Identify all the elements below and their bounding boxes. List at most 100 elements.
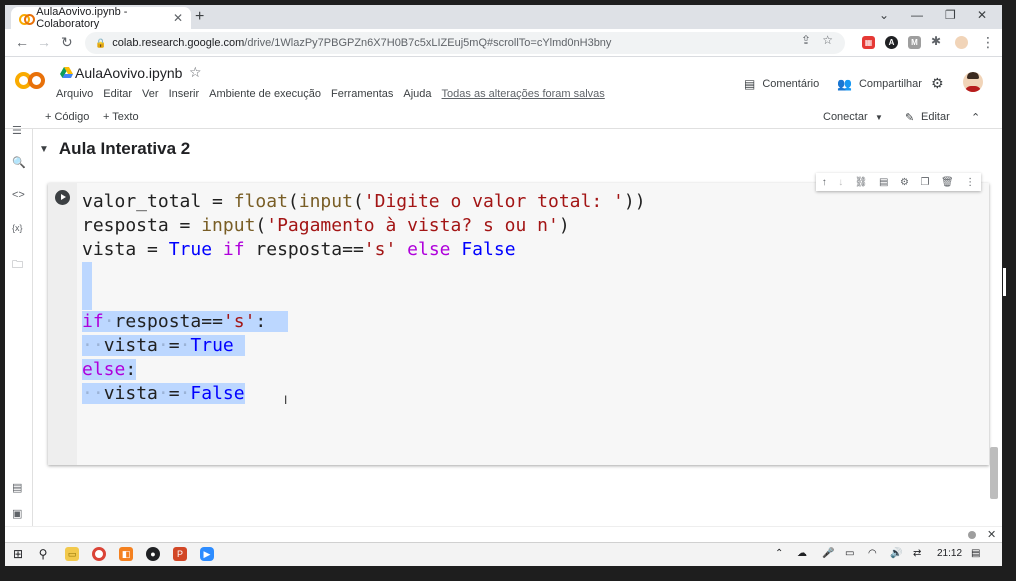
menu-ajuda[interactable]: Ajuda xyxy=(403,88,431,100)
star-notebook-icon[interactable]: ☆ xyxy=(189,64,202,81)
extension-red-icon[interactable]: ▦ xyxy=(862,36,875,49)
notifications-icon[interactable]: ▤ xyxy=(971,548,980,559)
link-icon[interactable]: ⛓ xyxy=(855,177,868,188)
lock-icon: 🔒 xyxy=(95,37,107,48)
chrome-icon[interactable] xyxy=(92,547,106,561)
run-cell-button[interactable] xyxy=(55,190,70,205)
powerpoint-icon[interactable]: P xyxy=(173,547,187,561)
bookmark-star-icon[interactable]: ☆ xyxy=(822,33,833,47)
more-options-icon[interactable]: ⋮ xyxy=(965,177,975,188)
comment-icon: ▤ xyxy=(744,77,756,91)
zoom-icon[interactable]: ▶ xyxy=(200,547,214,561)
edit-button[interactable]: Editar xyxy=(921,111,950,123)
tab-search-icon[interactable]: ⌄ xyxy=(879,8,889,22)
orange-app-icon[interactable]: ◧ xyxy=(119,547,133,561)
taskbar-search-icon[interactable]: ⚲ xyxy=(36,547,50,561)
extension-a-icon[interactable]: A xyxy=(885,36,898,49)
microphone-icon[interactable]: 🎤 xyxy=(822,548,834,559)
url-host: colab.research.google.com xyxy=(112,37,245,49)
settings-gear-icon[interactable]: ⚙ xyxy=(931,75,944,92)
tab-title: AulaAovivo.ipynb - Colaboratory xyxy=(36,6,128,30)
windows-taskbar: ⊞ ⚲ ▭ ◧ ● P ▶ ⌃ ☁ 🎤 ▭ ◠ 🔊 ⇄ 21:12 ▤ xyxy=(5,542,1002,566)
delete-cell-icon[interactable]: 🗑 xyxy=(941,177,954,188)
url-path: /drive/1WlazPy7PBGPZn6X7H0B7c5xLIZEuj5mQ… xyxy=(244,37,612,49)
forward-icon[interactable]: → xyxy=(37,34,51,50)
search-icon[interactable]: 🔍 xyxy=(12,156,26,169)
move-up-icon[interactable]: ↑ xyxy=(822,177,827,188)
code-editor[interactable]: valor_total = float(input('Digite o valo… xyxy=(82,190,646,406)
add-code-button[interactable]: + Código xyxy=(45,111,89,123)
restore-icon[interactable]: ❐ xyxy=(945,8,956,22)
connect-dropdown-icon[interactable]: ▼ xyxy=(875,113,883,122)
reload-icon[interactable]: ↻ xyxy=(61,34,73,51)
code-cell[interactable]: ↑ ↓ ⛓ ▤ ⚙ ❐ 🗑 ⋮ valor_total = float(inpu… xyxy=(48,173,989,465)
left-sidebar: ☰ 🔍 <> {x} 🗀 ▤ ▣ xyxy=(5,125,33,526)
comment-cell-icon[interactable]: ▤ xyxy=(879,177,888,188)
edit-pencil-icon[interactable]: ✎ xyxy=(905,111,914,124)
code-line-1: valor_total = float(input('Digite o valo… xyxy=(82,191,646,212)
share-button[interactable]: 👥 Compartilhar xyxy=(837,77,922,91)
status-dot-icon xyxy=(968,531,976,539)
file-explorer-icon[interactable]: ▭ xyxy=(65,547,79,561)
browser-menu-icon[interactable]: ⋮ xyxy=(981,34,995,51)
address-bar[interactable]: 🔒 colab.research.google.com /drive/1Wlaz… xyxy=(85,32,845,54)
toc-icon[interactable]: ☰ xyxy=(12,124,22,137)
comment-label: Comentário xyxy=(762,78,820,90)
mirror-cell-icon[interactable]: ❐ xyxy=(920,177,929,188)
save-status[interactable]: Todas as alterações foram salvas xyxy=(442,88,605,100)
obs-icon[interactable]: ● xyxy=(146,547,160,561)
comment-button[interactable]: ▤ Comentário xyxy=(744,77,819,91)
new-tab-button[interactable]: + xyxy=(195,8,204,26)
text-cursor-icon: I xyxy=(284,393,288,407)
section-heading[interactable]: ▼ Aula Interativa 2 xyxy=(39,139,190,159)
back-icon[interactable]: ← xyxy=(15,34,29,50)
tray-chevron-icon[interactable]: ⌃ xyxy=(775,548,783,559)
menu-ambiente-execucao[interactable]: Ambiente de execução xyxy=(209,88,321,100)
network-icon[interactable]: ⇄ xyxy=(913,548,921,559)
files-folder-icon[interactable]: 🗀 xyxy=(12,256,23,275)
code-line-4 xyxy=(82,262,646,286)
menu-editar[interactable]: Editar xyxy=(103,88,132,100)
taskbar-clock[interactable]: 21:12 xyxy=(937,548,962,559)
colab-logo-icon[interactable] xyxy=(15,72,45,90)
extension-m-icon[interactable]: M xyxy=(908,36,921,49)
browser-toolbar: ← → ↻ 🔒 colab.research.google.com /drive… xyxy=(5,29,1002,57)
browser-tab[interactable]: AulaAovivo.ipynb - Colaboratory ✕ xyxy=(11,6,191,30)
cell-settings-icon[interactable]: ⚙ xyxy=(900,177,909,188)
variables-icon[interactable]: {x} xyxy=(12,223,23,233)
volume-icon[interactable]: 🔊 xyxy=(890,548,902,559)
move-down-icon[interactable]: ↓ xyxy=(838,177,843,188)
battery-icon[interactable]: ▭ xyxy=(845,548,854,559)
collapse-header-icon[interactable]: ⌃ xyxy=(971,111,980,124)
profile-avatar-icon[interactable] xyxy=(955,36,968,49)
wifi-icon[interactable]: ◠ xyxy=(868,548,877,559)
menu-ferramentas[interactable]: Ferramentas xyxy=(331,88,393,100)
tab-close-icon[interactable]: ✕ xyxy=(173,11,183,25)
code-line-5 xyxy=(82,286,646,310)
menu-ver[interactable]: Ver xyxy=(142,88,159,100)
add-text-button[interactable]: + Texto xyxy=(103,111,139,123)
share-page-icon[interactable]: ⇪ xyxy=(801,33,811,47)
code-snippets-icon[interactable]: <> xyxy=(12,189,25,201)
onedrive-icon[interactable]: ☁ xyxy=(797,548,807,559)
status-close-icon[interactable]: ✕ xyxy=(987,528,996,541)
terminal-icon[interactable]: ▣ xyxy=(12,507,22,520)
notebook-title[interactable]: AulaAovivo.ipynb xyxy=(75,65,182,81)
drive-icon[interactable] xyxy=(60,67,73,78)
menu-inserir[interactable]: Inserir xyxy=(169,88,200,100)
windows-start-icon[interactable]: ⊞ xyxy=(11,547,25,561)
user-avatar[interactable] xyxy=(963,72,983,92)
collapse-section-icon[interactable]: ▼ xyxy=(39,144,49,155)
extensions-puzzle-icon[interactable]: ✱ xyxy=(931,34,941,48)
menu-bar: Arquivo Editar Ver Inserir Ambiente de e… xyxy=(56,88,615,100)
section-title: Aula Interativa 2 xyxy=(58,139,191,158)
notebook-scrollbar[interactable] xyxy=(990,447,998,499)
window-close-icon[interactable]: ✕ xyxy=(977,8,987,22)
minimize-icon[interactable]: — xyxy=(911,8,923,22)
code-line-3: vista = True if resposta=='s' else False xyxy=(82,239,516,260)
menu-arquivo[interactable]: Arquivo xyxy=(56,88,93,100)
command-palette-icon[interactable]: ▤ xyxy=(12,481,22,494)
screen-edge-marker xyxy=(1003,268,1006,296)
tab-strip: AulaAovivo.ipynb - Colaboratory ✕ + ⌄ — … xyxy=(5,5,1002,30)
connect-button[interactable]: Conectar xyxy=(823,111,868,123)
